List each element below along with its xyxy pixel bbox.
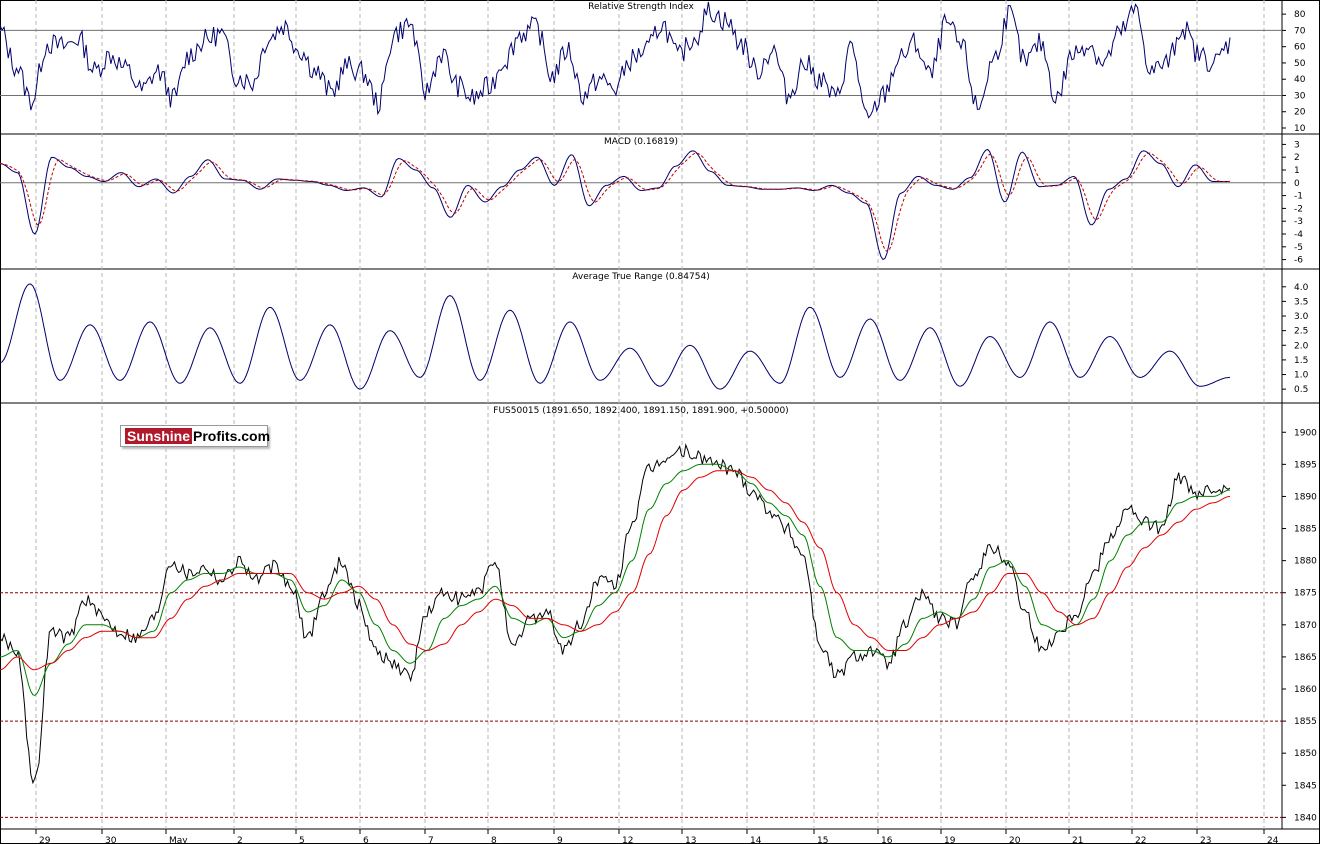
y-tick-label: -1 xyxy=(1294,192,1303,202)
x-tick-label: 9 xyxy=(557,836,563,844)
chart-root: 29 30 May 2 5 6 7 8 9 12 13 14 15 16 19 20 21 22 23 24 10 20 3… xyxy=(0,0,1320,844)
x-tick-label: May xyxy=(169,836,188,844)
y-tick-label: 1 xyxy=(1294,166,1300,176)
y-tick-label: 1860 xyxy=(1294,685,1317,695)
y-tick-label: 2.0 xyxy=(1294,341,1309,351)
x-tick-label: 15 xyxy=(817,836,828,844)
y-tick-label: 0 xyxy=(1294,179,1300,189)
y-tick-label: 1900 xyxy=(1294,428,1317,438)
panel-title: FUS50015 (1891.650, 1892.400, 1891.150, … xyxy=(493,406,788,416)
y-tick-label: 20 xyxy=(1294,108,1306,118)
series-line-price-1 xyxy=(0,463,1231,696)
chart-canvas: 29 30 May 2 5 6 7 8 9 12 13 14 15 16 19 20 21 22 23 2410203… xyxy=(0,0,1320,844)
y-tick-label: 1870 xyxy=(1294,621,1317,631)
x-tick-label: 5 xyxy=(299,836,305,844)
y-tick-label: 1845 xyxy=(1294,781,1317,791)
panel-title: MACD (0.16819) xyxy=(604,137,678,147)
x-tick-label: 2 xyxy=(237,836,243,844)
logo-part-1: Sunshine xyxy=(125,428,193,444)
y-tick-label: 3.0 xyxy=(1294,312,1309,322)
series-line-atr-0 xyxy=(0,283,1231,390)
y-tick-label: -3 xyxy=(1294,217,1303,227)
y-tick-label: 3.5 xyxy=(1294,297,1308,307)
x-tick-label: 14 xyxy=(750,836,762,844)
x-tick-label: 30 xyxy=(105,836,117,844)
y-tick-label: 1855 xyxy=(1294,717,1317,727)
y-tick-label: 80 xyxy=(1294,10,1306,20)
series-line-price-0 xyxy=(0,443,1231,785)
series-line-macd-0 xyxy=(0,148,1230,261)
x-tick-label: 16 xyxy=(881,836,893,844)
y-tick-label: 60 xyxy=(1294,43,1306,53)
y-tick-label: 1.5 xyxy=(1294,356,1308,366)
y-tick-label: 70 xyxy=(1294,26,1306,36)
y-tick-label: 0.5 xyxy=(1294,385,1308,395)
sunshine-profits-logo: Sunshine Profits.com xyxy=(120,425,271,447)
y-tick-label: 1865 xyxy=(1294,653,1317,663)
y-tick-label: 40 xyxy=(1294,75,1306,85)
y-tick-label: 30 xyxy=(1294,91,1306,101)
y-tick-label: 2 xyxy=(1294,153,1300,163)
x-tick-label: 8 xyxy=(491,836,497,844)
series-line-rsi-0 xyxy=(0,1,1231,119)
y-tick-label: 3 xyxy=(1294,140,1300,150)
y-tick-label: -2 xyxy=(1294,204,1303,214)
chart-frame xyxy=(0,0,1320,844)
x-tick-label: 24 xyxy=(1267,836,1279,844)
y-tick-label: 4.0 xyxy=(1294,283,1309,293)
y-tick-label: -5 xyxy=(1294,243,1303,253)
x-tick-label: 22 xyxy=(1135,836,1146,844)
y-tick-label: -6 xyxy=(1294,256,1303,266)
panel-title: Relative Strength Index xyxy=(588,2,694,12)
y-tick-label: 10 xyxy=(1294,124,1306,134)
x-tick-label: 19 xyxy=(944,836,956,844)
y-tick-label: 1875 xyxy=(1294,589,1317,599)
y-tick-label: 1895 xyxy=(1294,460,1317,470)
x-tick-label: 29 xyxy=(39,836,51,844)
y-tick-label: -4 xyxy=(1294,230,1303,240)
x-tick-label: 20 xyxy=(1009,836,1021,844)
y-tick-label: 1840 xyxy=(1294,813,1317,823)
x-tick-label: 12 xyxy=(622,836,633,844)
y-tick-label: 1880 xyxy=(1294,557,1317,567)
x-tick-label: 7 xyxy=(428,836,434,844)
y-tick-label: 50 xyxy=(1294,59,1306,69)
x-tick-label: 6 xyxy=(363,836,369,844)
y-tick-label: 1890 xyxy=(1294,492,1317,502)
x-tick-label: 23 xyxy=(1200,836,1211,844)
y-tick-label: 1850 xyxy=(1294,749,1317,759)
panel-title: Average True Range (0.84754) xyxy=(572,272,709,282)
y-tick-label: 1.0 xyxy=(1294,371,1309,381)
x-tick-label: 13 xyxy=(685,836,696,844)
macd-signal-line xyxy=(0,152,1230,253)
x-tick-label: 21 xyxy=(1072,836,1083,844)
y-tick-label: 1885 xyxy=(1294,525,1317,535)
y-tick-label: 2.5 xyxy=(1294,327,1308,337)
logo-part-2: Profits.com xyxy=(193,428,271,444)
